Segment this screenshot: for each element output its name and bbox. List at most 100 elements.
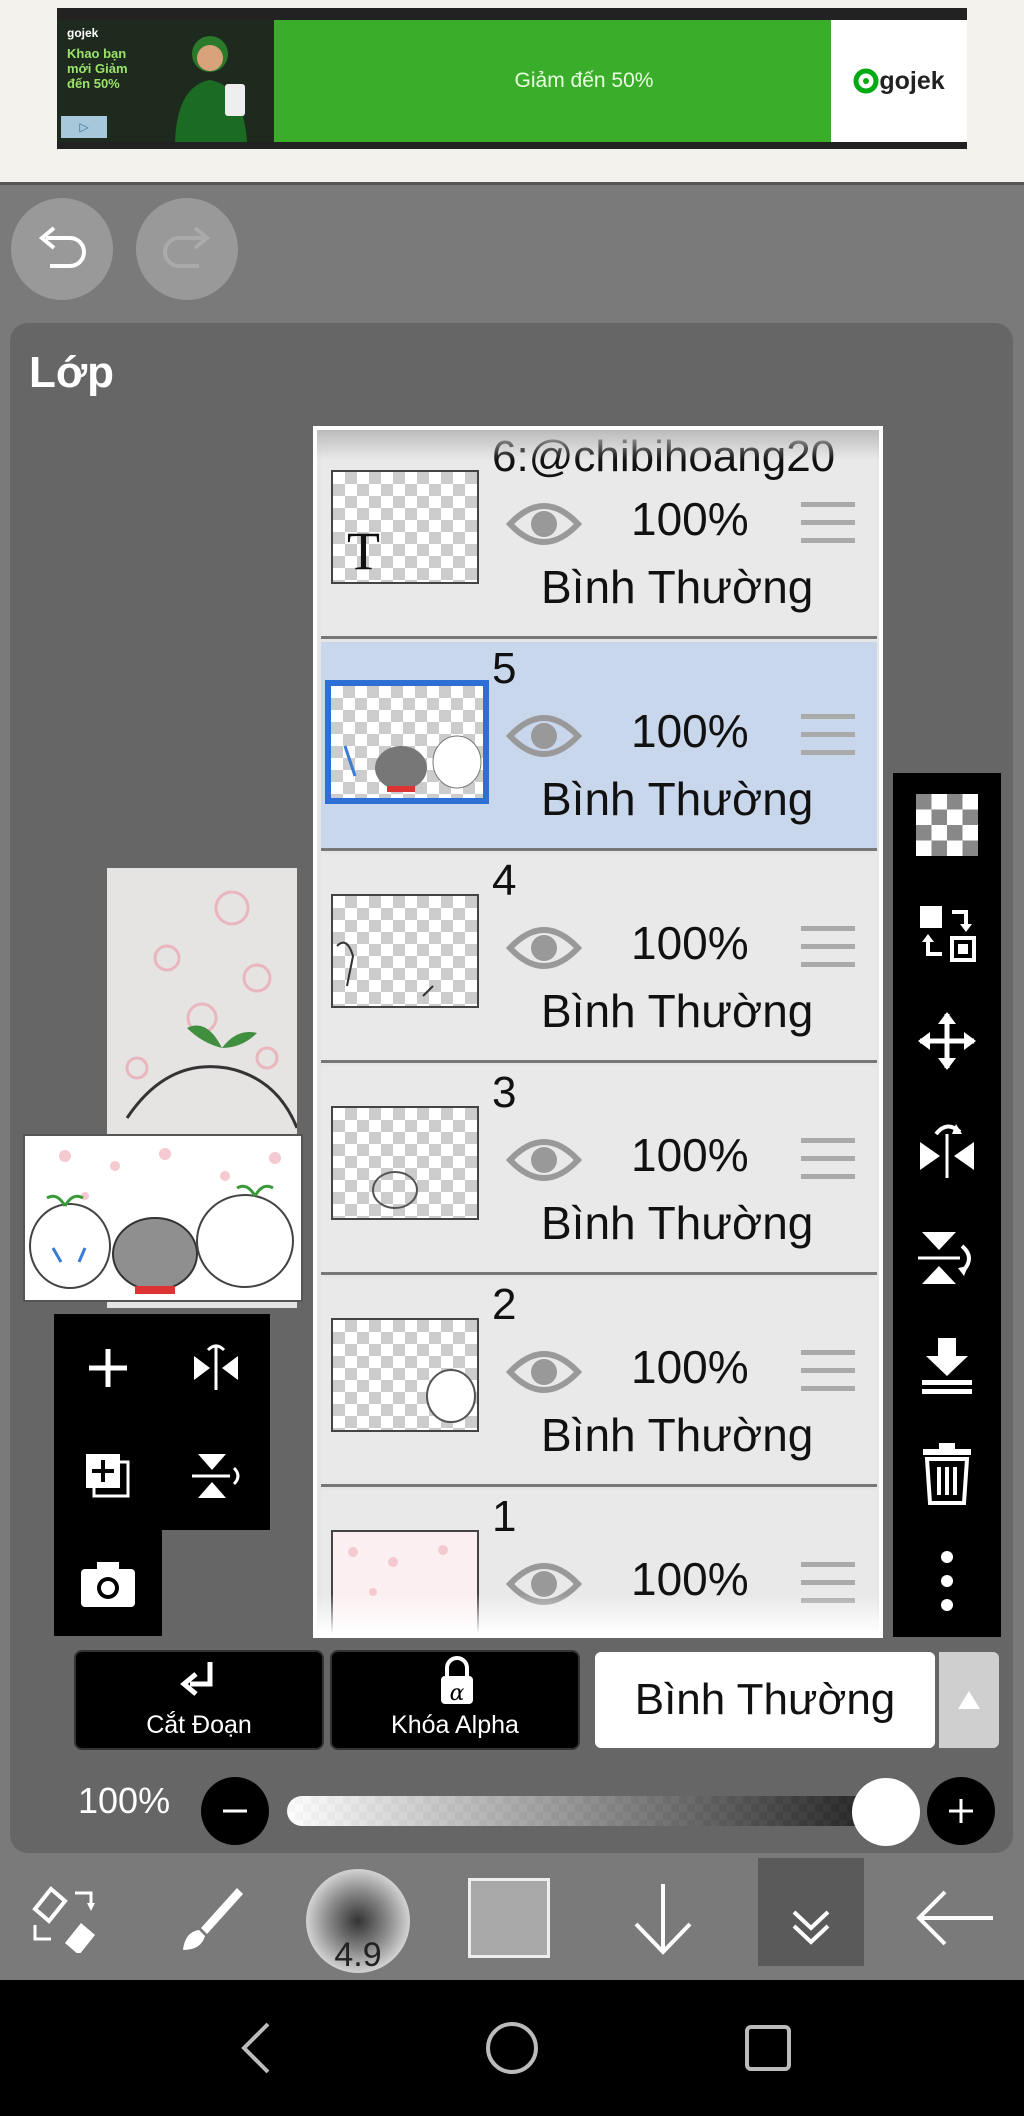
redo-button[interactable] [136,198,238,300]
layer-name: 3 [492,1068,517,1117]
ad-content[interactable]: gojek Khao bạn mới Giảm đến 50% ▷ Giảm đ… [57,20,967,142]
move-button[interactable] [907,1001,987,1081]
system-home-button[interactable] [452,1980,572,2116]
clipping-button[interactable]: Cắt Đoạn [74,1650,324,1750]
layer-opacity: 100% [631,705,749,757]
layer-transfer-button[interactable] [907,893,987,973]
system-recents-button[interactable] [708,1980,828,2116]
text-layer-glyph: T [347,521,380,581]
ad-left-panel: gojek Khao bạn mới Giảm đến 50% ▷ [57,20,274,142]
visibility-eye-icon[interactable] [506,918,582,978]
ad-banner-area: gojek Khao bạn mới Giảm đến 50% ▷ Giảm đ… [0,0,1024,185]
visibility-eye-icon[interactable] [506,706,582,766]
visibility-eye-icon[interactable] [506,494,582,554]
duplicate-layer-button[interactable] [68,1436,148,1516]
canvas-thumbnail[interactable] [23,1134,303,1302]
layer-thumbnail[interactable]: T [331,470,479,584]
move-down-button[interactable] [608,1856,718,1980]
brush-tool-button[interactable] [156,1856,266,1980]
layer-opacity: 100% [631,917,749,969]
layer-row[interactable]: 4 100% Bình Thường [321,854,877,1063]
alpha-lock-label: Khóa Alpha [391,1711,519,1739]
drag-handle-icon[interactable] [801,502,855,548]
color-swatch[interactable] [468,1878,550,1958]
system-navigation-bar [0,1980,1024,2116]
gojek-logo-icon [853,68,879,94]
layer-list[interactable]: T 6:@chibihoang20 100% Bình Thường 5 100… [313,426,883,1638]
drag-handle-icon[interactable] [801,1350,855,1396]
list-fade-bottom [317,1594,879,1634]
undo-button[interactable] [11,198,113,300]
drag-handle-icon[interactable] [801,926,855,972]
layer-row[interactable]: 3 100% Bình Thường [321,1066,877,1275]
recents-square-icon [745,2025,791,2071]
system-back-button[interactable] [196,1980,316,2116]
ad-banner[interactable]: gojek Khao bạn mới Giảm đến 50% ▷ Giảm đ… [57,8,967,149]
opacity-increase-button[interactable] [927,1777,995,1845]
layer-opacity: 100% [631,493,749,545]
ad-brand-small: gojek [67,26,99,40]
layer-blend-mode: Bình Thường [541,985,814,1037]
redo-icon [163,226,211,268]
layer-thumbnail[interactable] [331,894,479,1008]
layer-name: 5 [492,644,517,693]
alpha-glyph: α [450,1681,465,1706]
plus-icon [949,1799,973,1823]
collapse-panel-button[interactable] [758,1858,864,1966]
chevron-double-down-icon [792,1910,830,1945]
opacity-label: 100% [78,1780,171,1821]
layer-blend-mode: Bình Thường [541,1197,814,1249]
drag-handle-icon[interactable] [801,714,855,760]
merge-down-button[interactable] [907,1325,987,1405]
visibility-eye-icon[interactable] [506,1130,582,1190]
transform-tool-button[interactable] [10,1856,120,1980]
opacity-slider-track[interactable] [287,1796,915,1826]
alpha-lock-button[interactable]: α Khóa Alpha [330,1650,580,1750]
layer-blend-mode: Bình Thường [541,561,814,613]
layer-row-selected[interactable]: 5 100% Bình Thường [321,642,877,851]
camera-button-area [54,1530,162,1636]
home-circle-icon [486,2022,538,2074]
ad-person-image [175,36,247,142]
flip-layer-icon [194,1344,238,1390]
ad-promo-text: Khao bạn mới Giảm đến 50% [67,46,128,91]
transform-eraser-icon [32,1886,95,1953]
layer-row[interactable]: T 6:@chibihoang20 100% Bình Thường [321,430,877,639]
duplicate-layer-icon [86,1454,130,1498]
layer-thumbnail[interactable] [325,680,489,804]
ad-choices-icon[interactable]: ▷ [61,116,107,138]
opacity-decrease-button[interactable] [201,1777,269,1845]
add-layer-button[interactable] [68,1328,148,1408]
transparency-button[interactable] [907,785,987,865]
more-options-button[interactable] [907,1541,987,1621]
layer-row[interactable]: 2 100% Bình Thường [321,1278,877,1487]
layer-thumbnail[interactable] [331,1106,479,1220]
flip-layer-button[interactable] [176,1328,256,1408]
drag-handle-icon[interactable] [801,1138,855,1184]
clipping-arrow-icon [180,1662,213,1696]
layer-thumbnail-image [426,1369,476,1423]
flip-vertical-button[interactable] [176,1436,256,1516]
brush-icon [183,1888,243,1950]
clipping-label: Cắt Đoạn [146,1711,252,1739]
layer-thumbnail-image [372,1171,418,1209]
add-layer-icon [89,1349,127,1387]
delete-layer-button[interactable] [907,1433,987,1513]
more-vertical-icon [941,1551,953,1611]
camera-button[interactable] [68,1544,148,1624]
opacity-slider-thumb[interactable] [852,1778,920,1846]
blend-mode-select[interactable]: Bình Thường [595,1652,935,1748]
layer-blend-mode: Bình Thường [541,773,814,825]
merge-down-icon [922,1338,972,1394]
list-fade-top [317,430,879,460]
blend-mode-dropdown-button[interactable] [939,1652,999,1748]
flip-vertical-button[interactable] [907,1217,987,1297]
ad-headline: Giảm đến 50% [514,69,654,92]
flip-horizontal-button[interactable] [907,1109,987,1189]
minus-icon [223,1809,247,1813]
visibility-eye-icon[interactable] [506,1342,582,1402]
layer-thumbnail[interactable] [331,1318,479,1432]
camera-icon [81,1562,135,1607]
back-button[interactable] [900,1856,1010,1980]
layer-thumbnail-image [343,735,482,792]
